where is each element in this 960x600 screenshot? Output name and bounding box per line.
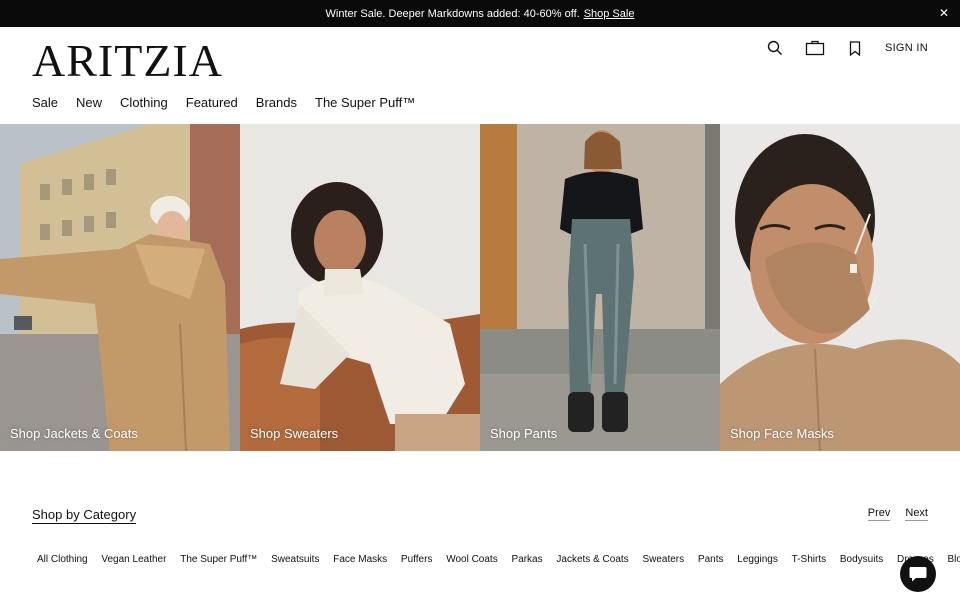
category-link[interactable]: Puffers [401, 554, 433, 565]
category-link[interactable]: Sweaters [642, 554, 684, 565]
header-utilities: SIGN IN [765, 38, 928, 58]
category-list: All Clothing Vegan Leather The Super Puf… [37, 554, 960, 565]
next-button[interactable]: Next [905, 507, 928, 521]
tile-pants[interactable]: Shop Pants [480, 124, 720, 451]
face-mask-photo [720, 124, 960, 451]
bookmark-icon[interactable] [845, 38, 865, 58]
sweater-photo [240, 124, 480, 451]
category-tiles: Shop Jackets & Coats Shop Sweaters Shop … [0, 124, 960, 451]
nav-item-clothing[interactable]: Clothing [120, 95, 168, 110]
promo-bar: Winter Sale. Deeper Markdowns added: 40-… [0, 0, 960, 27]
category-link[interactable]: Jackets & Coats [556, 554, 628, 565]
category-link[interactable]: Face Masks [333, 554, 387, 565]
category-link[interactable]: Leggings [737, 554, 778, 565]
shop-sale-link[interactable]: Shop Sale [584, 8, 635, 20]
close-icon[interactable]: ✕ [937, 6, 951, 20]
category-link[interactable]: Blouses [948, 554, 960, 565]
promo-text: Winter Sale. Deeper Markdowns added: 40-… [325, 7, 580, 20]
category-link[interactable]: Parkas [512, 554, 543, 565]
main-nav: Sale New Clothing Featured Brands The Su… [32, 95, 433, 110]
chat-button[interactable] [900, 556, 936, 592]
tile-caption: Shop Jackets & Coats [10, 426, 138, 441]
category-link[interactable]: The Super Puff™ [180, 554, 257, 565]
category-link[interactable]: Sweatsuits [271, 554, 319, 565]
category-link[interactable]: Vegan Leather [101, 554, 166, 565]
prev-button[interactable]: Prev [867, 507, 891, 521]
category-link[interactable]: Wool Coats [446, 554, 498, 565]
coat-photo [0, 124, 240, 451]
nav-item-featured[interactable]: Featured [186, 95, 238, 110]
tile-caption: Shop Face Masks [730, 426, 835, 441]
category-pager: Prev Next [867, 507, 928, 521]
shop-by-category-heading[interactable]: Shop by Category [32, 507, 137, 524]
pants-photo [480, 124, 720, 451]
sign-in-link[interactable]: SIGN IN [885, 42, 928, 54]
nav-item-new[interactable]: New [76, 95, 102, 110]
nav-item-sale[interactable]: Sale [32, 95, 58, 110]
category-link[interactable]: Pants [698, 554, 724, 565]
tile-jackets-coats[interactable]: Shop Jackets & Coats [0, 124, 240, 451]
site-logo[interactable]: ARITZIA [32, 38, 223, 84]
category-link[interactable]: Bodysuits [840, 554, 883, 565]
chat-icon [909, 567, 927, 582]
nav-item-brands[interactable]: Brands [256, 95, 297, 110]
tile-caption: Shop Pants [490, 426, 558, 441]
category-link[interactable]: T-Shirts [792, 554, 826, 565]
tile-caption: Shop Sweaters [250, 426, 339, 441]
tile-face-masks[interactable]: Shop Face Masks [720, 124, 960, 451]
search-icon[interactable] [765, 38, 785, 58]
category-link[interactable]: All Clothing [37, 554, 88, 565]
tile-sweaters[interactable]: Shop Sweaters [240, 124, 480, 451]
nav-item-super-puff[interactable]: The Super Puff™ [315, 95, 415, 110]
bag-icon[interactable] [805, 38, 825, 58]
